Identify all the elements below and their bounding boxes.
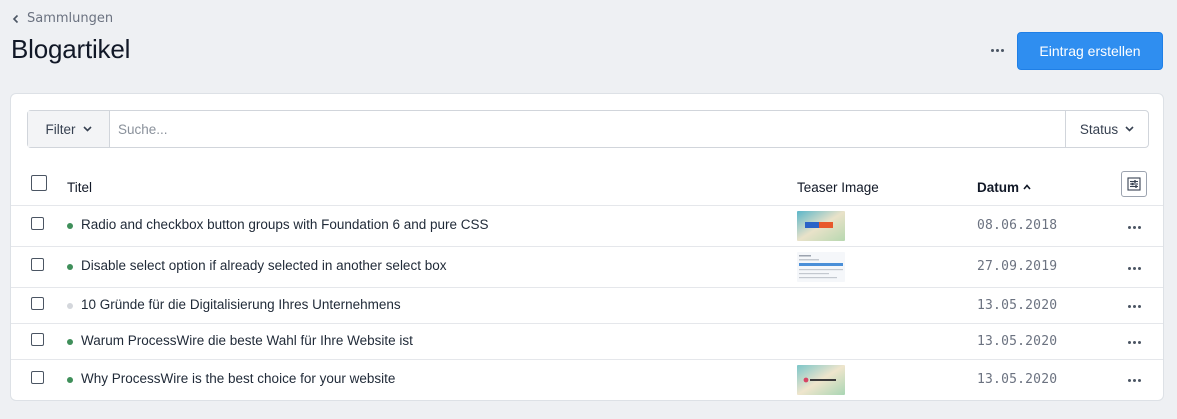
more-horizontal-icon [1127, 340, 1141, 344]
select-all-checkbox[interactable] [31, 175, 47, 191]
table-row[interactable]: Disable select option if already selecte… [11, 247, 1163, 288]
table-row[interactable]: Why ProcessWire is the best choice for y… [11, 360, 1163, 400]
sort-ascending-icon [1023, 184, 1031, 190]
table-row[interactable]: Warum ProcessWire die beste Wahl für Ihr… [11, 324, 1163, 360]
more-horizontal-icon [1127, 225, 1141, 229]
status-dot [67, 377, 73, 383]
row-title[interactable]: Radio and checkbox button groups with Fo… [81, 217, 489, 232]
status-dot [67, 303, 73, 309]
row-date: 13.05.2020 [977, 372, 1058, 387]
table-header: Titel Teaser Image Datum [11, 168, 1163, 206]
teaser-thumbnail [797, 252, 845, 282]
row-date: 27.09.2019 [977, 259, 1058, 274]
filter-label: Filter [45, 121, 76, 137]
teaser-thumbnail [797, 365, 845, 395]
row-date: 13.05.2020 [977, 334, 1058, 349]
status-dot [67, 223, 73, 229]
row-more-button[interactable] [1124, 261, 1144, 275]
teaser-thumbnail [797, 211, 845, 241]
column-header-date[interactable]: Datum [977, 168, 1031, 206]
status-dot [67, 339, 73, 345]
row-checkbox[interactable] [31, 258, 44, 271]
table-row[interactable]: 10 Gründe für die Digitalisierung Ihres … [11, 288, 1163, 324]
row-title[interactable]: Why ProcessWire is the best choice for y… [81, 371, 395, 386]
table-row[interactable]: Radio and checkbox button groups with Fo… [11, 206, 1163, 247]
page-more-button[interactable] [984, 40, 1010, 60]
status-dot [67, 264, 73, 270]
chevron-down-icon [82, 126, 92, 132]
breadcrumb-label: Sammlungen [27, 11, 114, 26]
row-checkbox[interactable] [31, 297, 44, 310]
chevron-down-icon [1125, 126, 1134, 132]
column-header-date-label: Datum [977, 179, 1020, 195]
column-header-title[interactable]: Titel [67, 168, 92, 206]
more-horizontal-icon [1127, 304, 1141, 308]
row-date: 08.06.2018 [977, 218, 1058, 233]
filter-dropdown[interactable]: Filter [28, 111, 110, 147]
breadcrumb-back-link[interactable]: Sammlungen [11, 11, 113, 26]
row-checkbox[interactable] [31, 217, 44, 230]
more-horizontal-icon [990, 48, 1004, 52]
row-title[interactable]: Warum ProcessWire die beste Wahl für Ihr… [81, 333, 413, 348]
row-more-button[interactable] [1124, 299, 1144, 313]
column-settings-button[interactable] [1121, 171, 1147, 197]
status-label: Status [1079, 121, 1119, 137]
entries-table-body: Radio and checkbox button groups with Fo… [11, 206, 1163, 400]
row-more-button[interactable] [1124, 220, 1144, 234]
search-input[interactable] [110, 111, 1065, 147]
more-horizontal-icon [1127, 378, 1141, 382]
chevron-left-icon [12, 14, 19, 23]
row-more-button[interactable] [1124, 335, 1144, 349]
row-title[interactable]: Disable select option if already selecte… [81, 258, 446, 273]
column-header-teaser[interactable]: Teaser Image [797, 168, 879, 206]
create-entry-button[interactable]: Eintrag erstellen [1017, 32, 1163, 70]
row-date: 13.05.2020 [977, 298, 1058, 313]
sliders-icon [1127, 177, 1141, 191]
more-horizontal-icon [1127, 266, 1141, 270]
row-more-button[interactable] [1124, 373, 1144, 387]
filter-toolbar: Filter Status [27, 110, 1149, 148]
row-checkbox[interactable] [31, 333, 44, 346]
entries-card: Filter Status Titel Teaser Image Datum [10, 93, 1164, 401]
row-title[interactable]: 10 Gründe für die Digitalisierung Ihres … [81, 297, 401, 312]
page-title: Blogartikel [11, 34, 131, 64]
row-checkbox[interactable] [31, 371, 44, 384]
status-dropdown[interactable]: Status [1065, 111, 1148, 147]
